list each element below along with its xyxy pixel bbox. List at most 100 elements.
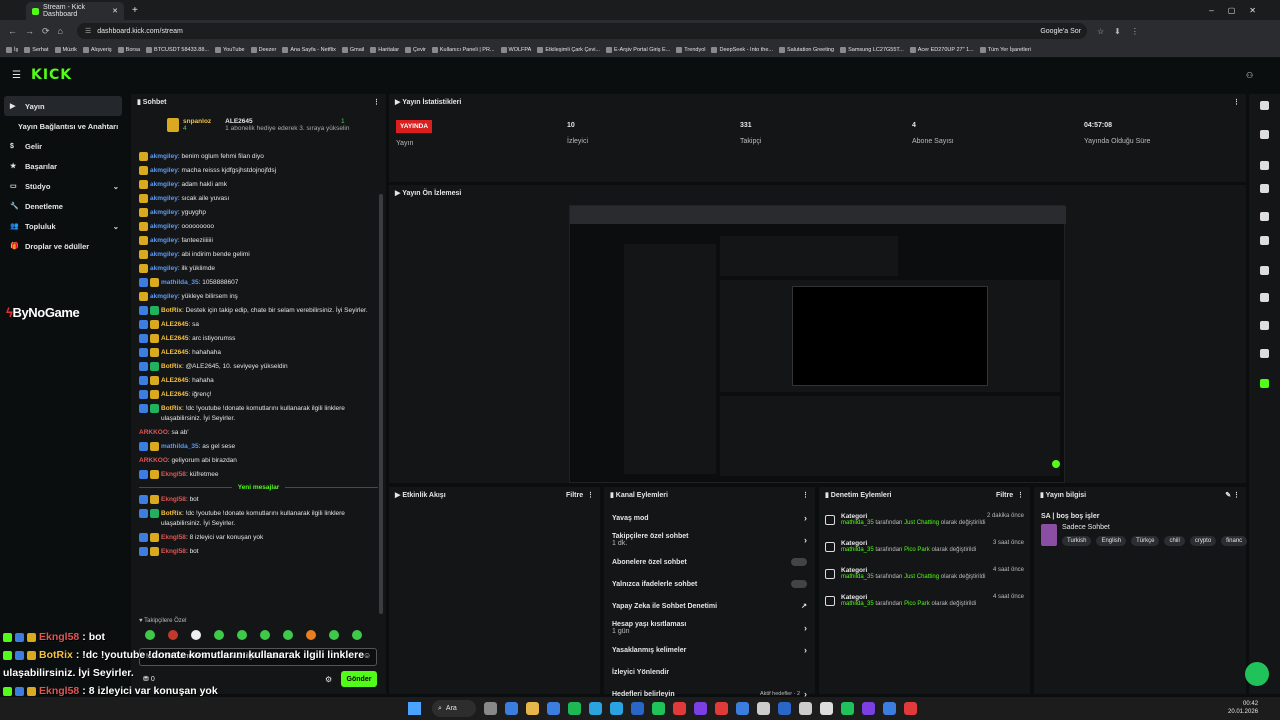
mod-action-user[interactable]: mathilda_35 bbox=[841, 520, 874, 526]
chat-username[interactable]: akmgiley bbox=[150, 209, 178, 216]
taskbar-app-icon[interactable] bbox=[547, 702, 560, 715]
site-info-icon[interactable]: ☰ bbox=[85, 27, 91, 35]
taskbar-app-icon[interactable] bbox=[652, 702, 665, 715]
stream-preview-video[interactable] bbox=[569, 205, 1066, 483]
bookmark-item[interactable]: YouTube bbox=[214, 46, 245, 53]
taskbar-app-icon[interactable] bbox=[841, 702, 854, 715]
chat-username[interactable]: Ekngl58 bbox=[161, 534, 186, 541]
chat-username[interactable]: akmgiley bbox=[150, 167, 178, 174]
stream-tag[interactable]: Turkish bbox=[1062, 536, 1092, 546]
bookmark-item[interactable]: Çevir bbox=[405, 46, 426, 53]
bookmark-item[interactable]: Müzik bbox=[54, 46, 77, 53]
sidebar-item-4[interactable]: ▭ Stüdyo ⌄ bbox=[0, 176, 127, 196]
bookmark-item[interactable]: Tüm Yer İşaretleri bbox=[979, 46, 1031, 53]
chevron-right-icon[interactable]: › bbox=[804, 645, 807, 655]
browser-tab[interactable]: Stream - Kick Dashboard ✕ bbox=[26, 2, 124, 20]
mod-action-user[interactable]: mathilda_35 bbox=[841, 574, 874, 580]
chat-username[interactable]: ALE2645 bbox=[161, 391, 188, 398]
sidebar-item-3[interactable]: ★ Başarılar bbox=[0, 156, 127, 176]
window-controls-icon[interactable]: –▢✕ bbox=[1209, 6, 1270, 15]
chat-username[interactable]: ARKKOO bbox=[139, 457, 168, 464]
stream-tag[interactable]: Türkçe bbox=[1131, 536, 1160, 546]
new-tab-icon[interactable]: + bbox=[132, 5, 138, 16]
taskbar-app-icon[interactable] bbox=[568, 702, 581, 715]
chevron-right-icon[interactable]: › bbox=[804, 623, 807, 633]
bookmark-item[interactable]: Salutation Greeting bbox=[779, 46, 834, 53]
nav-arrows-icon[interactable]: ←→⟳⌂ bbox=[8, 26, 71, 37]
chat-username[interactable]: ARKKOO bbox=[139, 429, 168, 436]
toolbar-icon[interactable] bbox=[1260, 101, 1269, 110]
taskbar-app-icon[interactable] bbox=[883, 702, 896, 715]
channel-action-item[interactable]: Takipçilere özel sohbet 1 dk. › bbox=[604, 529, 815, 551]
bookmark-item[interactable]: Gmail bbox=[341, 46, 364, 53]
chat-username[interactable]: BotRix bbox=[161, 510, 182, 517]
chevron-right-icon[interactable]: › bbox=[804, 535, 807, 545]
taskbar-app-icon[interactable] bbox=[862, 702, 875, 715]
chat-username[interactable]: akmgiley bbox=[150, 223, 178, 230]
toolbar-icon[interactable] bbox=[1260, 349, 1269, 358]
bookmark-item[interactable]: İş bbox=[6, 46, 18, 53]
taskbar-app-icon[interactable] bbox=[715, 702, 728, 715]
channel-actions-more-icon[interactable]: ⋮ bbox=[802, 491, 809, 499]
sidebar-item-5[interactable]: 🔧 Denetleme bbox=[0, 196, 127, 216]
bookmark-item[interactable]: Alışveriş bbox=[82, 46, 112, 53]
taskbar-app-icon[interactable] bbox=[820, 702, 833, 715]
edit-icon[interactable]: ✎ ⋮ bbox=[1225, 491, 1240, 499]
chat-username[interactable]: ALE2645 bbox=[161, 321, 188, 328]
stream-tag[interactable]: financ bbox=[1221, 536, 1247, 546]
chat-username[interactable]: BotRix bbox=[161, 307, 182, 314]
bookmark-item[interactable]: Acer ED270UP 27" 1... bbox=[909, 46, 974, 53]
stream-tag[interactable]: chill bbox=[1164, 536, 1185, 546]
mod-action-user[interactable]: mathilda_35 bbox=[841, 547, 874, 553]
bookmark-item[interactable]: E-Arşiv Portal Giriş E... bbox=[606, 46, 670, 53]
bookmark-item[interactable]: Haritalar bbox=[370, 46, 399, 53]
help-chat-button[interactable] bbox=[1245, 662, 1269, 686]
mod-action-user[interactable]: mathilda_35 bbox=[841, 601, 874, 607]
toolbar-icon[interactable] bbox=[1260, 184, 1269, 193]
kick-logo[interactable]: KICK bbox=[31, 67, 72, 83]
bookmark-item[interactable]: Etkileşimli Çark Çevi... bbox=[537, 46, 600, 53]
toggle-switch[interactable] bbox=[791, 558, 807, 566]
taskbar-app-icon[interactable] bbox=[505, 702, 518, 715]
chevron-down-icon[interactable]: ⌄ bbox=[113, 182, 119, 191]
taskbar-app-icon[interactable] bbox=[736, 702, 749, 715]
taskbar-app-icon[interactable] bbox=[904, 702, 917, 715]
taskbar-app-icon[interactable] bbox=[694, 702, 707, 715]
bookmark-item[interactable]: BTCUSDT 58433.88... bbox=[146, 46, 209, 53]
channel-action-item[interactable]: Yavaş mod › bbox=[604, 507, 815, 529]
taskbar-app-icon[interactable] bbox=[778, 702, 791, 715]
bookmark-item[interactable]: Trendyol bbox=[676, 46, 705, 53]
channel-action-item[interactable]: Yapay Zeka ile Sohbet Denetimi ↗ bbox=[604, 595, 815, 617]
channel-action-item[interactable]: Abonelere özel sohbet bbox=[604, 551, 815, 573]
chat-username[interactable]: akmgiley bbox=[150, 181, 178, 188]
taskbar-app-icon[interactable] bbox=[673, 702, 686, 715]
taskbar-app-icon[interactable] bbox=[484, 702, 497, 715]
toolbar-icon[interactable] bbox=[1260, 379, 1269, 388]
sidebar-item-2[interactable]: $ Gelir bbox=[0, 136, 127, 156]
chat-username[interactable]: akmgiley bbox=[150, 195, 178, 202]
toolbar-icon[interactable] bbox=[1260, 161, 1269, 170]
stats-more-icon[interactable]: ⋮ bbox=[1233, 98, 1240, 106]
channel-action-item[interactable]: Yalnızca ifadelerle sohbet bbox=[604, 573, 815, 595]
chevron-down-icon[interactable]: ⌄ bbox=[113, 222, 119, 231]
taskbar-app-icon[interactable] bbox=[526, 702, 539, 715]
bookmark-item[interactable]: DeepSeek - Into the... bbox=[711, 46, 773, 53]
chat-username[interactable]: Ekngl58 bbox=[161, 471, 186, 478]
chat-username[interactable]: mathilda_35 bbox=[161, 443, 199, 450]
activity-filter-button[interactable]: Filtre ⋮ bbox=[566, 491, 594, 499]
sidebar-item-1[interactable]: Yayın Bağlantısı ve Anahtarı bbox=[0, 116, 127, 136]
chat-scrollbar[interactable] bbox=[379, 194, 383, 614]
chat-username[interactable]: akmgiley bbox=[150, 293, 178, 300]
channel-action-item[interactable]: Yasaklanmış kelimeler › bbox=[604, 639, 815, 661]
channel-action-item[interactable]: İzleyici Yönlendir bbox=[604, 661, 815, 683]
sidebar-item-0[interactable]: ▶ Yayın bbox=[4, 96, 122, 116]
taskbar-search[interactable]: ⌕ Ara bbox=[432, 700, 476, 717]
chat-username[interactable]: akmgiley bbox=[150, 153, 178, 160]
account-icon[interactable]: ⚇ bbox=[1246, 71, 1253, 80]
sidebar-item-6[interactable]: 👥 Topluluk ⌄ bbox=[0, 216, 127, 236]
browser-actions-icon[interactable]: ☆⬇⋮ bbox=[1097, 27, 1149, 36]
chat-username[interactable]: akmgiley bbox=[150, 265, 178, 272]
bookmark-item[interactable]: WOLFPA bbox=[500, 46, 531, 53]
external-link-icon[interactable]: ↗ bbox=[801, 602, 807, 610]
chat-more-icon[interactable]: ⋮ bbox=[373, 98, 380, 106]
